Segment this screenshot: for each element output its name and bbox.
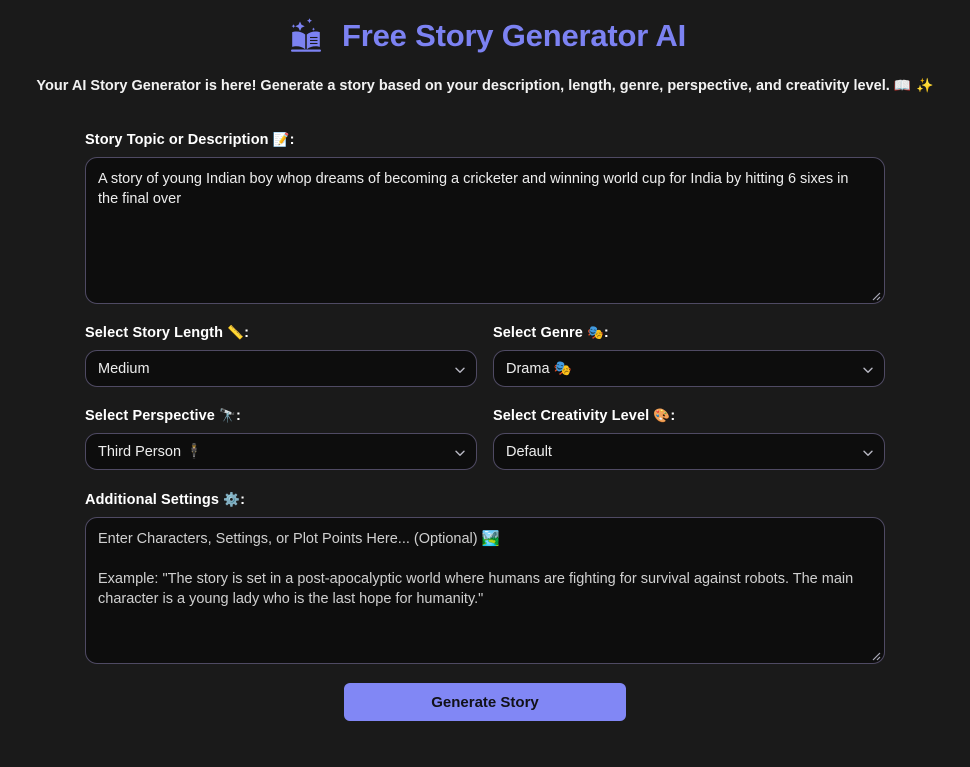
story-length-select[interactable]: Medium xyxy=(85,350,477,387)
genre-label-colon: : xyxy=(603,325,609,341)
title-row: Free Story Generator AI xyxy=(0,10,970,62)
story-length-field: Select Story Length 📏: Medium xyxy=(85,325,477,387)
page-title: Free Story Generator AI xyxy=(342,18,686,53)
story-length-value: Medium xyxy=(98,360,150,377)
story-length-label-colon: : xyxy=(244,325,250,341)
genre-value: Drama 🎭 xyxy=(506,361,572,377)
telescope-icon: 🔭 xyxy=(219,408,237,424)
topic-label: Story Topic or Description 📝: xyxy=(85,132,885,148)
additional-settings-label-colon: : xyxy=(240,492,246,508)
creativity-label-text: Select Creativity Level xyxy=(493,408,650,424)
creativity-select-wrap: Default xyxy=(493,433,885,470)
page-subtitle-text: Your AI Story Generator is here! Generat… xyxy=(36,78,890,94)
memo-icon: 📝 xyxy=(272,132,290,148)
story-generator-page: Free Story Generator AI Your AI Story Ge… xyxy=(0,0,970,767)
genre-select[interactable]: Drama 🎭 xyxy=(493,350,885,387)
additional-settings-label: Additional Settings ⚙️: xyxy=(85,492,885,508)
story-form: Story Topic or Description 📝: Select Sto… xyxy=(85,94,885,721)
palette-icon: 🎨 xyxy=(653,408,671,424)
generate-story-button[interactable]: Generate Story xyxy=(344,683,626,721)
options-row-1: Select Story Length 📏: Medium Select Gen… xyxy=(85,325,885,387)
perspective-label: Select Perspective 🔭: xyxy=(85,408,477,424)
creativity-field: Select Creativity Level 🎨: Default xyxy=(493,408,885,470)
additional-textarea-wrap xyxy=(85,517,885,664)
perspective-select[interactable]: Third Person 🕴️ xyxy=(85,433,477,470)
additional-settings-label-text: Additional Settings xyxy=(85,492,220,508)
performing-arts-icon: 🎭 xyxy=(587,325,604,341)
options-row-2: Select Perspective 🔭: Third Person 🕴️ Se… xyxy=(85,408,885,470)
creativity-select[interactable]: Default xyxy=(493,433,885,470)
genre-select-wrap: Drama 🎭 xyxy=(493,350,885,387)
creativity-label: Select Creativity Level 🎨: xyxy=(493,408,885,424)
perspective-select-wrap: Third Person 🕴️ xyxy=(85,433,477,470)
genre-label-text: Select Genre xyxy=(493,325,583,341)
topic-textarea[interactable] xyxy=(85,157,885,304)
page-header: Free Story Generator AI Your AI Story Ge… xyxy=(0,0,970,94)
creativity-label-colon: : xyxy=(670,408,676,424)
genre-label: Select Genre 🎭: xyxy=(493,325,885,341)
topic-textarea-wrap xyxy=(85,157,885,304)
perspective-label-text: Select Perspective xyxy=(85,408,215,424)
perspective-value: Third Person 🕴️ xyxy=(98,444,204,460)
perspective-label-colon: : xyxy=(236,408,241,424)
story-length-label-text: Select Story Length xyxy=(85,325,224,341)
submit-row: Generate Story xyxy=(85,683,885,721)
creativity-value: Default xyxy=(506,443,552,460)
genre-field: Select Genre 🎭: Drama 🎭 xyxy=(493,325,885,387)
topic-label-colon: : xyxy=(289,132,295,148)
additional-settings-field: Additional Settings ⚙️: xyxy=(85,492,885,664)
ruler-icon: 📏 xyxy=(227,325,245,341)
subtitle-emoji: 📖 ✨ xyxy=(893,78,934,94)
gear-icon: ⚙️ xyxy=(223,492,241,508)
story-length-select-wrap: Medium xyxy=(85,350,477,387)
story-length-label: Select Story Length 📏: xyxy=(85,325,477,341)
open-book-sparkles-icon xyxy=(284,14,328,58)
additional-settings-textarea[interactable] xyxy=(85,517,885,664)
perspective-field: Select Perspective 🔭: Third Person 🕴️ xyxy=(85,408,477,470)
page-subtitle: Your AI Story Generator is here! Generat… xyxy=(0,78,970,94)
topic-label-text: Story Topic or Description xyxy=(85,132,269,148)
